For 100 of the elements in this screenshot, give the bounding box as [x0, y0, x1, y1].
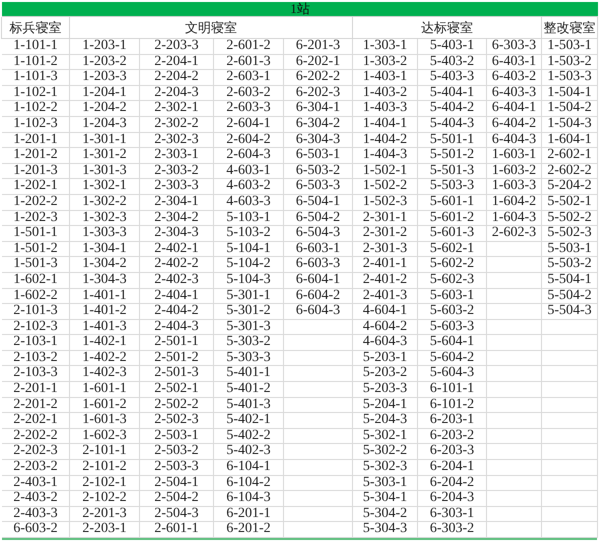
table-cell: 1-301-3 — [70, 164, 140, 180]
table-cell: 6-604-2 — [284, 288, 353, 304]
table-cell: 2-502-1 — [140, 382, 214, 398]
table-cell: 5-301-1 — [214, 288, 284, 304]
table-cell: 1-602-1 — [2, 272, 70, 288]
table-cell: 2-301-3 — [353, 242, 418, 258]
table-cell: 1-402-2 — [70, 350, 140, 366]
table-cell: 6-204-1 — [418, 460, 487, 476]
table-cell: 6-201-2 — [214, 522, 284, 538]
table-cell: 1-603-1 — [487, 148, 542, 164]
table-cell: 1-204-2 — [70, 101, 140, 117]
empty-cell — [542, 366, 598, 382]
table-cell: 1-101-1 — [2, 39, 70, 55]
table-cell: 2-504-2 — [140, 491, 214, 507]
table-cell: 1-604-3 — [487, 210, 542, 226]
table-cell: 6-203-1 — [418, 413, 487, 429]
table-cell: 1-601-2 — [70, 398, 140, 414]
table-cell: 6-604-1 — [284, 272, 353, 288]
table-cell: 1-101-2 — [2, 54, 70, 70]
table-cell: 2-404-1 — [140, 288, 214, 304]
table-cell: 2-503-2 — [140, 444, 214, 460]
table-cell: 1-202-3 — [2, 210, 70, 226]
table-cell: 5-304-2 — [353, 506, 418, 522]
table-cell: 2-204-1 — [140, 54, 214, 70]
table-cell: 6-101-1 — [418, 382, 487, 398]
table-cell: 2-602-2 — [542, 164, 598, 180]
empty-cell — [542, 413, 598, 429]
table-cell: 1-101-3 — [2, 70, 70, 86]
empty-cell — [487, 242, 542, 258]
table-cell: 1-204-1 — [70, 86, 140, 102]
table-cell: 6-304-1 — [284, 101, 353, 117]
table-cell: 1-403-1 — [353, 70, 418, 86]
table-cell: 6-603-2 — [2, 522, 70, 538]
empty-cell — [284, 428, 353, 444]
table-cell: 5-403-1 — [418, 39, 487, 55]
empty-cell — [487, 350, 542, 366]
table-cell: 6-201-1 — [214, 506, 284, 522]
table-cell: 1-503-3 — [542, 70, 598, 86]
table-title: 1站 — [2, 2, 598, 17]
empty-cell — [487, 413, 542, 429]
table-cell: 4-603-3 — [214, 194, 284, 211]
table-cell: 6-404-2 — [487, 116, 542, 133]
table-cell: 1-302-3 — [70, 210, 140, 226]
table-cell: 1-501-3 — [2, 257, 70, 273]
table-cell: 2-404-2 — [140, 304, 214, 320]
empty-cell — [487, 382, 542, 398]
table-cell: 1-503-2 — [542, 54, 598, 70]
table-cell: 2-604-2 — [214, 132, 284, 148]
empty-cell — [542, 428, 598, 444]
empty-cell — [284, 444, 353, 460]
table-cell: 5-501-3 — [418, 164, 487, 180]
table-cell: 6-603-3 — [284, 257, 353, 273]
table-cell: 2-402-3 — [140, 272, 214, 288]
column-header: 整改寝室 — [541, 17, 598, 39]
table-cell: 5-501-1 — [418, 132, 487, 148]
empty-cell — [284, 366, 353, 382]
table-cell: 2-603-1 — [214, 70, 284, 86]
table-cell: 2-404-3 — [140, 320, 214, 336]
table-cell: 6-303-2 — [418, 522, 487, 538]
table-cell: 1-102-2 — [2, 101, 70, 117]
table-cell: 2-102-1 — [70, 476, 140, 492]
table-cell: 6-303-1 — [418, 506, 487, 522]
table-cell: 2-504-3 — [140, 506, 214, 522]
table-cell: 2-501-2 — [140, 350, 214, 366]
table-cell: 6-104-3 — [214, 491, 284, 507]
empty-cell — [487, 522, 542, 538]
table-cell: 5-503-2 — [542, 257, 598, 273]
table-cell: 1-401-3 — [70, 320, 140, 336]
table-cell: 2-303-2 — [140, 164, 214, 180]
table-cell: 2-503-3 — [140, 460, 214, 476]
table-cell: 2-101-1 — [70, 444, 140, 460]
table-cell: 5-304-3 — [353, 522, 418, 538]
table-cell: 6-304-2 — [284, 116, 353, 133]
table-cell: 2-403-1 — [2, 476, 70, 492]
table-cell: 1-302-1 — [70, 179, 140, 195]
table-cell: 5-602-1 — [418, 242, 487, 258]
table-cell: 1-304-2 — [70, 257, 140, 273]
table-cell: 2-601-2 — [214, 39, 284, 55]
table-cell: 2-101-3 — [2, 304, 70, 320]
table-cell: 6-303-3 — [487, 39, 542, 55]
empty-cell — [284, 398, 353, 414]
table-cell: 2-202-2 — [2, 428, 70, 444]
table-cell: 1-604-2 — [487, 194, 542, 211]
table-cell: 5-504-2 — [542, 288, 598, 304]
table-cell: 5-601-1 — [418, 194, 487, 211]
table-cell: 5-503-3 — [418, 179, 487, 195]
table-cell: 5-602-3 — [418, 272, 487, 288]
table-cell: 1-503-1 — [542, 39, 598, 55]
table-cell: 2-602-1 — [542, 148, 598, 164]
table-cell: 2-603-2 — [214, 86, 284, 102]
table-cell: 1-501-1 — [2, 226, 70, 242]
table-cell: 5-604-2 — [418, 350, 487, 366]
table-cell: 6-203-3 — [418, 444, 487, 460]
empty-cell — [284, 522, 353, 538]
table-cell: 4-604-1 — [353, 304, 418, 320]
table-cell: 5-203-1 — [353, 350, 418, 366]
table-cell: 5-401-3 — [214, 398, 284, 414]
table-cell: 1-303-2 — [353, 54, 418, 70]
table-cell: 5-604-1 — [418, 335, 487, 351]
empty-cell — [284, 413, 353, 429]
